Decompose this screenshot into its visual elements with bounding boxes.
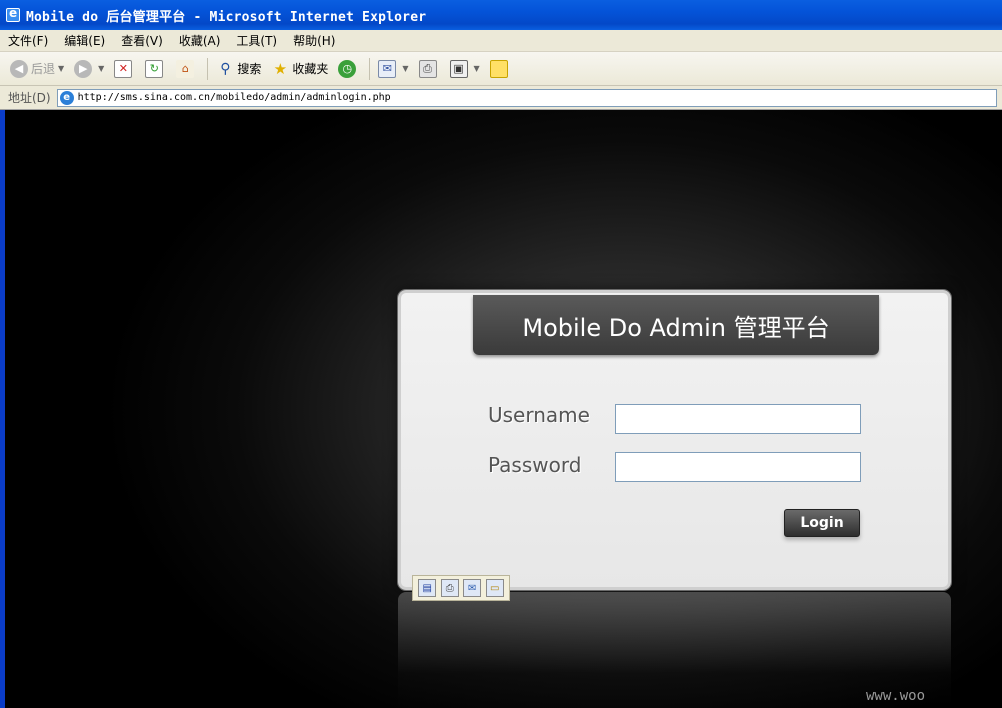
address-url[interactable]: http://sms.sina.com.cn/mobiledo/admin/ad… [78, 92, 391, 103]
username-label: Username [488, 403, 590, 427]
address-input[interactable]: e http://sms.sina.com.cn/mobiledo/admin/… [56, 88, 997, 107]
history-button[interactable]: ◷ [338, 59, 359, 78]
mail-button[interactable]: ✉ ▼ [378, 59, 409, 78]
menu-help[interactable]: 帮助(H) [293, 32, 335, 49]
forward-button[interactable]: ▶ ▼ [74, 59, 104, 78]
edit-dropdown-icon[interactable]: ▼ [474, 64, 480, 73]
menu-tools[interactable]: 工具(T) [236, 32, 277, 49]
stop-icon: ✕ [114, 59, 133, 78]
window-title: Mobile do 后台管理平台 - Microsoft Internet Ex… [26, 9, 427, 25]
ie-window-icon[interactable] [6, 6, 20, 22]
home-button[interactable]: ⌂ [176, 59, 197, 78]
menu-view[interactable]: 查看(V) [121, 32, 163, 49]
toolbar-separator-2 [369, 57, 371, 80]
back-button[interactable]: ◀ 后退 ▼ [10, 59, 64, 78]
back-label: 后退 [31, 62, 56, 76]
history-icon: ◷ [338, 59, 357, 78]
password-input[interactable] [615, 452, 861, 482]
title-bar[interactable]: Mobile do 后台管理平台 - Microsoft Internet Ex… [0, 0, 1002, 30]
print-button[interactable]: ⎙ [418, 59, 440, 78]
browser-toolbar: ◀ 后退 ▼ ▶ ▼ ✕ ↻ ⌂ ⚲ 搜索 ★ 收藏夹 ◷ ✉ ▼ ⎙ ▣ ▼ [0, 52, 1002, 86]
refresh-icon: ↻ [145, 59, 164, 78]
open-folder-icon[interactable]: ▭ [485, 579, 504, 597]
edit-page-icon: ▣ [449, 59, 468, 78]
menu-bar: 文件(F) 编辑(E) 查看(V) 收藏(A) 工具(T) 帮助(H) [0, 30, 1002, 52]
mail-dropdown-icon[interactable]: ▼ [402, 64, 408, 73]
password-label: Password [488, 453, 582, 477]
mail-icon: ✉ [378, 59, 397, 78]
watermark-text: www.woo [866, 688, 926, 704]
forward-arrow-icon: ▶ [74, 59, 93, 78]
back-dropdown-icon[interactable]: ▼ [58, 64, 64, 73]
print-image-icon[interactable]: ⎙ [440, 579, 459, 597]
username-input[interactable] [615, 404, 861, 434]
save-image-icon[interactable]: ▤ [418, 579, 437, 597]
forward-dropdown-icon[interactable]: ▼ [98, 64, 104, 73]
image-toolbar: ▤ ⎙ ✉ ▭ [412, 575, 510, 601]
email-image-icon[interactable]: ✉ [463, 579, 482, 597]
address-bar: 地址(D) e http://sms.sina.com.cn/mobiledo/… [0, 86, 1002, 110]
note-icon [489, 59, 508, 78]
address-label: 地址(D) [8, 91, 51, 105]
login-panel-header: Mobile Do Admin 管理平台 [473, 295, 879, 355]
search-label: 搜索 [237, 62, 262, 76]
discuss-button[interactable] [489, 59, 511, 78]
toolbar-separator [207, 57, 209, 80]
favorites-button[interactable]: ★ 收藏夹 [271, 59, 329, 78]
page-icon: e [59, 90, 74, 105]
printer-icon: ⎙ [418, 59, 437, 78]
edit-button[interactable]: ▣ ▼ [449, 59, 480, 78]
menu-favorites[interactable]: 收藏(A) [179, 32, 221, 49]
star-icon: ★ [273, 59, 288, 78]
search-icon: ⚲ [220, 60, 231, 77]
menu-edit[interactable]: 编辑(E) [64, 32, 105, 49]
login-panel: Mobile Do Admin 管理平台 Username Password L… [398, 290, 951, 590]
refresh-button[interactable]: ↻ [145, 59, 166, 78]
favorites-label: 收藏夹 [292, 62, 329, 76]
back-arrow-icon: ◀ [10, 59, 28, 78]
home-icon: ⌂ [176, 59, 195, 78]
page-content: Mobile Do Admin 管理平台 Username Password L… [5, 110, 1002, 708]
menu-file[interactable]: 文件(F) [8, 32, 48, 49]
search-button[interactable]: ⚲ 搜索 [216, 60, 261, 78]
login-button[interactable]: Login [784, 509, 860, 537]
stop-button[interactable]: ✕ [114, 59, 135, 78]
